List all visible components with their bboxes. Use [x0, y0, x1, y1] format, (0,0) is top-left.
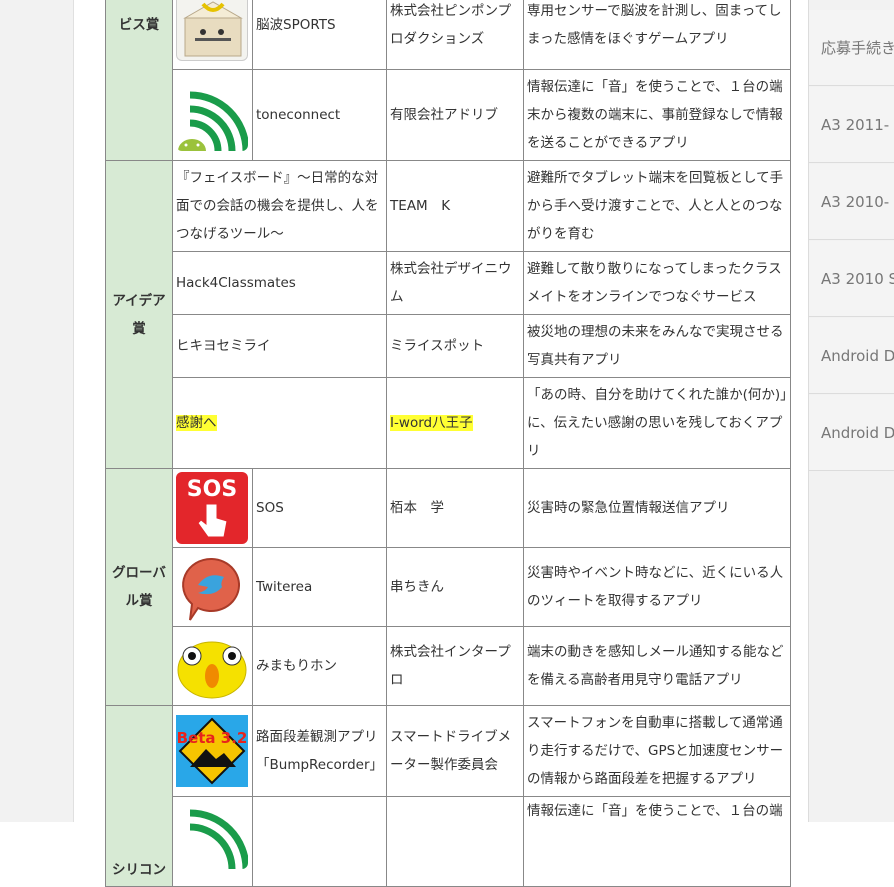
table-row: 情報伝達に「音」を使うことで、１台の端 — [106, 796, 792, 887]
table-row: シリコン Beta 3.2 路面段差観測アプリ「BumpRecorder」 スマ… — [105, 705, 792, 887]
app-icon-cell — [172, 547, 253, 627]
category-silicon: シリコン — [105, 705, 173, 887]
box-character-icon — [176, 0, 248, 61]
description: 「あの時、自分を助けてくれた誰か(何か)」に、伝えたい感謝の思いを残しておくアプ… — [523, 377, 792, 469]
app-icon-cell — [172, 796, 253, 887]
svg-text:SOS: SOS — [187, 477, 237, 502]
beta-sign-icon: Beta 3.2 — [176, 715, 248, 787]
awards-table: ビス賞 脳波SPORTS 株式会社ピンポンプロダクションズ 専用センサーで脳波を… — [105, 0, 792, 887]
svg-text:Beta 3.2: Beta 3.2 — [177, 729, 248, 747]
app-name — [251, 796, 388, 887]
sidebar-item-android-d-1[interactable]: Android D — [809, 318, 894, 394]
category-idea: アイデア賞 — [105, 160, 173, 469]
category-service: ビス賞 — [105, 0, 173, 161]
description: 災害時の緊急位置情報送信アプリ — [523, 468, 792, 548]
app-name: 『フェイスボード』～日常的な対面での会話の機会を提供し、人をつなげるツール～ — [171, 160, 388, 252]
sidebar-item-entry[interactable]: 応募手続き — [809, 10, 894, 86]
developer: I-word八王子 — [386, 377, 525, 469]
app-name: 脳波SPORTS — [251, 0, 388, 70]
app-icon-cell — [172, 69, 253, 161]
description: スマートフォンを自動車に搭載して通常通り走行するだけで、GPSと加速度センサーの… — [523, 705, 792, 797]
table-row: 感謝へ I-word八王子 「あの時、自分を助けてくれた誰か(何か)」に、伝えた… — [106, 377, 792, 469]
android-wave-icon — [176, 797, 248, 869]
developer: 串ちきん — [386, 547, 525, 627]
app-icon-cell — [172, 0, 253, 70]
developer — [386, 796, 525, 887]
developer: 株式会社ピンポンプロダクションズ — [386, 0, 525, 70]
main-content: ビス賞 脳波SPORTS 株式会社ピンポンプロダクションズ 専用センサーで脳波を… — [75, 0, 808, 887]
description: 情報伝達に「音」を使うことで、１台の端末から複数の端末に、事前登録なしで情報を送… — [523, 69, 792, 161]
table-row: Hack4Classmates 株式会社デザイニウム 避難して散り散りになってし… — [106, 251, 792, 315]
table-row: ビス賞 脳波SPORTS 株式会社ピンポンプロダクションズ 専用センサーで脳波を… — [105, 0, 792, 161]
table-row: ヒキヨセミライ ミライスポット 被災地の理想の未来をみんなで実現させる写真共有ア… — [106, 314, 792, 378]
app-icon-cell: SOS — [172, 468, 253, 548]
yellow-face-icon — [176, 630, 248, 702]
table-row: Twiterea 串ちきん 災害時やイベント時などに、近くにいる人のツィートを取… — [106, 547, 792, 627]
description: 専用センサーで脳波を計測し、固まってしまった感情をほぐすゲームアプリ — [523, 0, 792, 70]
developer: ミライスポット — [386, 314, 525, 378]
app-name: Hack4Classmates — [171, 251, 388, 315]
table-row: みまもりホン 株式会社インタープロ 端末の動きを感知しメール通知する能などを備え… — [106, 626, 792, 706]
sidebar-item-a3-2011[interactable]: A3 2011- — [809, 87, 894, 163]
app-name: toneconnect — [251, 69, 388, 161]
sidebar-item-a3-2010-s[interactable]: A3 2010 S — [809, 241, 894, 317]
sos-icon: SOS — [176, 472, 248, 544]
twitter-bird-icon — [176, 551, 248, 623]
developer: 株式会社インタープロ — [386, 626, 525, 706]
developer: 株式会社デザイニウム — [386, 251, 525, 315]
developer: 有限会社アドリブ — [386, 69, 525, 161]
sidebar-item-android-d-2[interactable]: Android D — [809, 395, 894, 471]
developer: 栢本 学 — [386, 468, 525, 548]
sidebar: 応募手続き A3 2011- A3 2010- A3 2010 S Androi… — [808, 0, 894, 822]
sidebar-item-a3-2010[interactable]: A3 2010- — [809, 164, 894, 240]
app-name: SOS — [251, 468, 388, 548]
description: 避難所でタブレット端末を回覧板として手から手へ受け渡すことで、人と人とのつながり… — [523, 160, 792, 252]
table-row: アイデア賞 『フェイスボード』～日常的な対面での会話の機会を提供し、人をつなげる… — [105, 160, 792, 469]
description: 被災地の理想の未来をみんなで実現させる写真共有アプリ — [523, 314, 792, 378]
description: 避難して散り散りになってしまったクラスメイトをオンラインでつなぐサービス — [523, 251, 792, 315]
table-row: グローバル賞 SOS SOS 栢本 学 災害時の緊急位置情報送信アプリ — [105, 468, 792, 706]
developer: スマートドライブメーター製作委員会 — [386, 705, 525, 797]
table-row: toneconnect 有限会社アドリブ 情報伝達に「音」を使うことで、１台の端… — [106, 69, 792, 161]
app-name: 感謝へ — [171, 377, 388, 469]
category-global: グローバル賞 — [105, 468, 173, 706]
app-icon-cell — [172, 626, 253, 706]
left-gutter — [0, 0, 74, 822]
description: 災害時やイベント時などに、近くにいる人のツィートを取得するアプリ — [523, 547, 792, 627]
gutter-edge — [73, 0, 74, 822]
developer: TEAM K — [386, 160, 525, 252]
description: 情報伝達に「音」を使うことで、１台の端 — [523, 796, 792, 887]
app-name: ヒキヨセミライ — [171, 314, 388, 378]
app-name: 路面段差観測アプリ「BumpRecorder」 — [251, 705, 388, 797]
app-icon-cell: Beta 3.2 — [172, 705, 253, 797]
android-wave-icon — [176, 79, 248, 151]
app-name: みまもりホン — [251, 626, 388, 706]
app-name: Twiterea — [251, 547, 388, 627]
description: 端末の動きを感知しメール通知する能などを備える高齢者用見守り電話アプリ — [523, 626, 792, 706]
